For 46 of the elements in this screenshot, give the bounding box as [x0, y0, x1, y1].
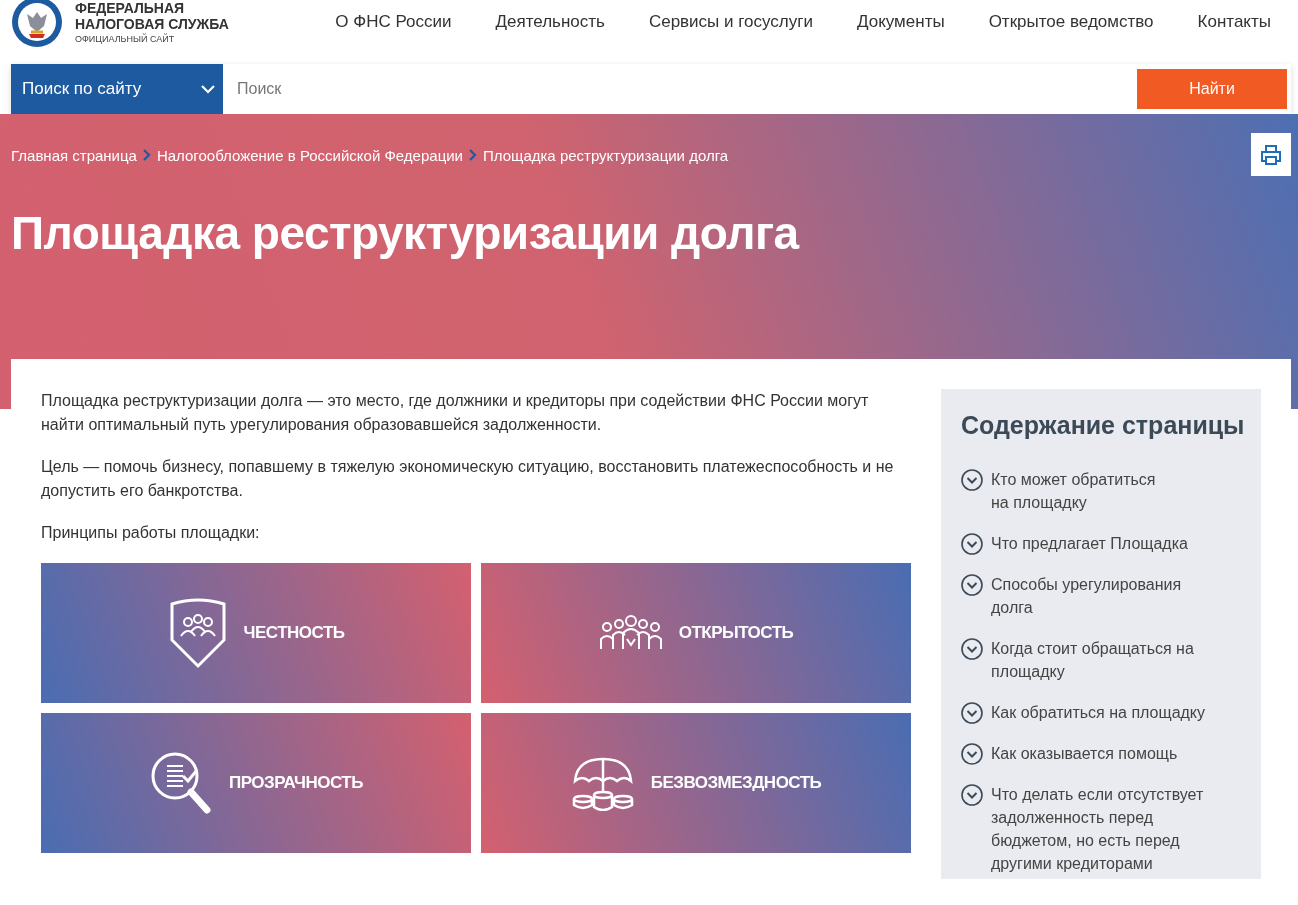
- nav-link[interactable]: О ФНС России: [335, 12, 452, 32]
- toc-link[interactable]: Что делать если отсутствует задолженность перед бюджетом, но есть перед другими кредиторами: [991, 783, 1216, 875]
- toc-title: Содержание страницы: [961, 411, 1246, 440]
- principle-label: ПРОЗРАЧНОСТЬ: [229, 773, 363, 793]
- chevron-circle-icon: [961, 743, 983, 765]
- emblem-logo-icon[interactable]: [11, 0, 63, 48]
- chevron-right-icon: [142, 149, 151, 161]
- printer-icon: [1260, 143, 1282, 166]
- magnifier-document-icon: [149, 750, 214, 816]
- toc-link[interactable]: Как обратиться на площадку: [991, 701, 1206, 724]
- chevron-circle-icon: [961, 574, 983, 596]
- umbrella-coins-icon: [570, 755, 635, 811]
- breadcrumb-link[interactable]: Главная страница: [11, 146, 137, 164]
- chevron-circle-icon: [961, 784, 983, 806]
- principle-label: ОТКРЫТОСТЬ: [678, 623, 794, 643]
- logo-title: ФЕДЕРАЛЬНАЯ НАЛОГОВАЯ СЛУЖБА: [75, 0, 230, 32]
- chevron-circle-icon: [961, 533, 983, 555]
- paragraph: Цель — помочь бизнесу, попавшему в тяжелую экономическую ситуацию, восстановить платежеспособность и не допустить его банкротства.: [41, 457, 895, 501]
- toc-link[interactable]: Как оказывается помощь: [991, 742, 1178, 765]
- chevron-right-icon: [469, 149, 477, 161]
- breadcrumb-link[interactable]: Налогообложение в Российской Федерации: [156, 146, 463, 164]
- print-button[interactable]: [1251, 133, 1291, 176]
- people-group-icon: [598, 615, 663, 651]
- principle-label: ЧЕСТНОСТЬ: [243, 623, 345, 643]
- toc-link[interactable]: Что предлагает Площадка: [991, 532, 1188, 555]
- toc-link[interactable]: Когда стоит обращаться на площадку: [991, 637, 1216, 683]
- toc-link[interactable]: Способы урегулирования долга: [991, 573, 1216, 619]
- nav-link[interactable]: Контакты: [1197, 12, 1271, 32]
- chevron-circle-icon: [961, 638, 983, 660]
- nav-link[interactable]: Открытое ведомство: [988, 12, 1154, 32]
- page-title: Площадка реструктуризации долга: [11, 206, 801, 260]
- chevron-circle-icon: [961, 469, 983, 491]
- search-bar[interactable]: Поиск по сайту Поиск Найти: [11, 64, 1291, 114]
- paragraph: Площадка реструктуризации долга — это место, где должники и кредиторы при содействии ФНС России могут найти оптимальный путь урегулирования образовавшейся задолженности.: [41, 391, 870, 435]
- search-field[interactable]: Поиск: [223, 64, 1133, 114]
- breadcrumb-link[interactable]: Площадка реструктуризации долга: [483, 146, 729, 164]
- nav-link[interactable]: Документы: [857, 12, 945, 32]
- principle-label: БЕЗВОЗМЕЗДНОСТЬ: [650, 773, 822, 793]
- chevron-down-icon: [201, 84, 215, 94]
- toc-link[interactable]: Кто может обратиться на площадку: [991, 468, 1156, 514]
- nav-link[interactable]: Деятельность: [495, 12, 605, 32]
- logo-subtitle: ОФИЦИАЛЬНЫЙ САЙТ: [75, 34, 176, 44]
- chevron-circle-icon: [961, 702, 983, 724]
- nav-link[interactable]: Сервисы и госуслуги: [648, 12, 813, 32]
- paragraph: Принципы работы площадки:: [41, 523, 261, 543]
- search-scope-dropdown[interactable]: Поиск по сайту: [11, 64, 223, 114]
